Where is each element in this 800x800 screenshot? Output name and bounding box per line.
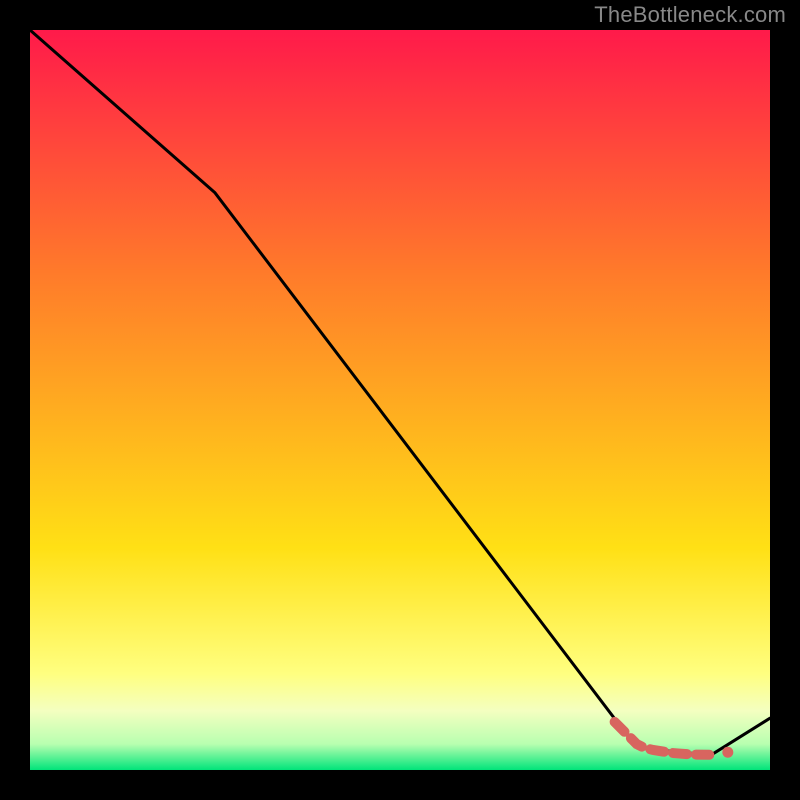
plot-background <box>30 30 770 770</box>
marker-end-dot <box>722 747 733 758</box>
bottleneck-chart <box>0 0 800 800</box>
watermark-text: TheBottleneck.com <box>594 2 786 28</box>
chart-frame: TheBottleneck.com <box>0 0 800 800</box>
